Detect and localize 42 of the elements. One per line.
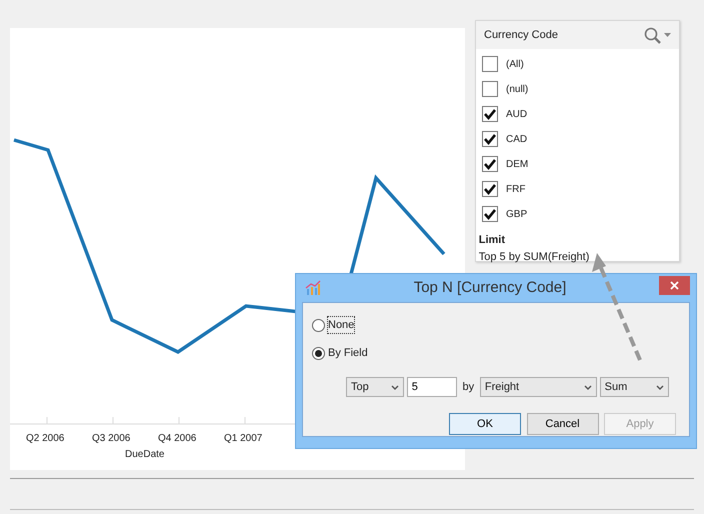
- caret-icon[interactable]: [656, 384, 664, 390]
- dropdown[interactable]: Sum: [600, 377, 669, 397]
- close-icon[interactable]: [670, 280, 679, 290]
- axis-title: DueDate: [125, 448, 164, 462]
- checkbox-label: GBP: [506, 208, 528, 222]
- checkbox[interactable]: [482, 156, 498, 172]
- dropdown-caret-icon[interactable]: [664, 33, 671, 37]
- checkbox-label: CAD: [506, 132, 528, 147]
- caret-icon[interactable]: [584, 384, 592, 390]
- checkbox[interactable]: [482, 56, 498, 72]
- dialog-button[interactable]: OK: [449, 413, 521, 435]
- caret-icon[interactable]: [391, 384, 399, 390]
- dropdown[interactable]: Top: [346, 377, 404, 397]
- search-icon[interactable]: [644, 26, 662, 44]
- axis-label: Q3 2006: [92, 432, 130, 446]
- limit-heading: Limit: [478, 234, 506, 246]
- checkbox[interactable]: [482, 181, 498, 198]
- chart-app-icon: [305, 280, 321, 296]
- axis-label: Q4 2006: [158, 432, 196, 446]
- number-field[interactable]: 5: [406, 377, 457, 397]
- filter-title: Currency Code: [484, 28, 558, 43]
- radio-button[interactable]: [312, 318, 325, 332]
- dialog-title: Top N [Currency Code]: [412, 278, 568, 298]
- checkbox[interactable]: [482, 206, 498, 222]
- checkbox-label: (null): [506, 82, 528, 97]
- radio-label: None: [328, 316, 354, 334]
- radio-button[interactable]: [312, 346, 325, 360]
- checkbox-label: (All): [506, 58, 524, 72]
- checkbox[interactable]: [482, 106, 498, 122]
- axis-label: Q1 2007: [224, 432, 262, 446]
- checkbox-label: FRF: [506, 182, 526, 197]
- by-label: by: [462, 380, 474, 395]
- checkbox-label: AUD: [506, 108, 528, 122]
- radio-label: By Field: [328, 346, 368, 361]
- dropdown[interactable]: Freight: [480, 377, 597, 397]
- checkbox-label: DEM: [506, 158, 528, 172]
- checkbox[interactable]: [482, 81, 498, 98]
- limit-text: Top 5 by SUM(Freight): [478, 250, 590, 264]
- dialog-button[interactable]: Cancel: [526, 413, 598, 435]
- checkbox[interactable]: [482, 131, 498, 148]
- axis-label: Q2 2006: [26, 432, 64, 446]
- close-button[interactable]: [659, 276, 690, 294]
